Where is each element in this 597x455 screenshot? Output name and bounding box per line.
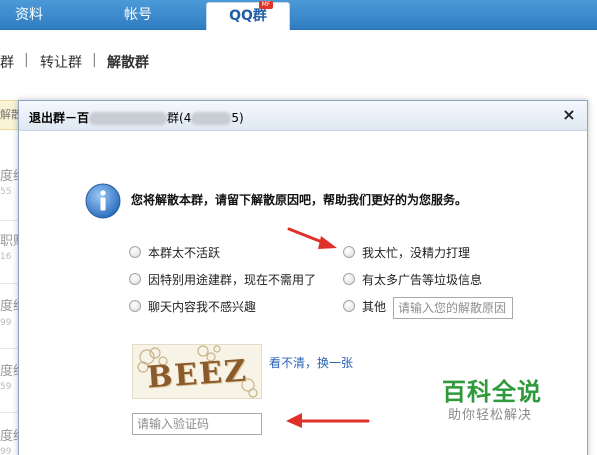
radio-button[interactable] [129, 273, 141, 285]
tab-qq-group-label: QQ群 [229, 8, 267, 24]
reason-label: 我太忙，没精力打理 [362, 245, 471, 260]
new-badge: MF [259, 1, 273, 9]
background-row-num: 99 [0, 318, 12, 328]
background-divider [0, 348, 20, 349]
background-row-num: 99 [0, 447, 12, 455]
background-tip-text: 解散 [0, 108, 20, 121]
reason-label: 其他 [362, 299, 387, 314]
background-row-text: 度经 [0, 364, 20, 379]
other-reason-input[interactable] [393, 297, 513, 319]
dialog-title: 退出群－百 群(4 5) [29, 109, 244, 126]
dialog-header: 退出群－百 群(4 5) × [19, 101, 587, 131]
tab-profile[interactable]: 资料 [0, 2, 58, 30]
reason-option-too-busy[interactable]: 我太忙，没精力打理 [343, 243, 470, 261]
radio-button[interactable] [343, 300, 355, 312]
blurred-group-name [89, 112, 168, 125]
reason-label: 因特别用途建群，现在不需用了 [148, 272, 317, 287]
dialog-title-id-close: 5) [231, 111, 244, 125]
background-row-text: 职赚 [0, 234, 20, 249]
background-divider [0, 412, 20, 413]
reason-option-not-interested[interactable]: 聊天内容我不感兴趣 [129, 297, 256, 315]
subnav-item-dissolve-group[interactable]: 解散群 [107, 52, 149, 72]
background-row-num: 16 [0, 252, 12, 262]
reason-option-spam[interactable]: 有太多广告等垃圾信息 [343, 270, 482, 288]
dialog-title-id-open: (4 [179, 111, 192, 125]
watermark-title: 百科全说 [442, 378, 542, 406]
radio-button[interactable] [129, 246, 141, 258]
reason-option-other[interactable]: 其他 [343, 297, 386, 315]
tab-account[interactable]: 帐号 [90, 2, 186, 30]
subnav-item-partial[interactable]: 群 [0, 52, 14, 72]
subnav-separator: | [92, 52, 97, 68]
captcha-refresh-link[interactable]: 看不清，换一张 [269, 354, 353, 371]
captcha-code-input[interactable] [132, 413, 262, 435]
tab-qq-group[interactable]: QQ群 MF [206, 1, 290, 30]
dialog-title-suffix: 群 [167, 111, 180, 125]
radio-button[interactable] [343, 246, 355, 258]
subnav-separator: | [24, 52, 29, 68]
captcha-text: BEEZ [145, 353, 250, 396]
info-icon [85, 183, 121, 219]
reason-option-no-longer-needed[interactable]: 因特别用途建群，现在不需用了 [129, 270, 316, 288]
background-row-num: 59 [0, 382, 12, 392]
red-arrow-icon [287, 227, 337, 249]
radio-button[interactable] [129, 300, 141, 312]
close-icon[interactable]: × [561, 106, 577, 124]
subnav-item-transfer-group[interactable]: 转让群 [40, 52, 82, 72]
reason-label: 聊天内容我不感兴趣 [148, 299, 257, 314]
captcha-image: BEEZ [132, 344, 262, 399]
reason-option-inactive[interactable]: 本群太不活跃 [129, 243, 220, 261]
blurred-group-id [191, 112, 232, 125]
top-tab-bar: 资料 帐号 QQ群 MF [0, 0, 597, 30]
background-row-text: 度经 [0, 429, 20, 444]
reason-label: 本群太不活跃 [148, 245, 221, 260]
background-divider [0, 283, 20, 284]
reason-label: 有太多广告等垃圾信息 [362, 272, 483, 287]
background-row-text: 度经 [0, 299, 20, 314]
dissolve-reason-prompt: 您将解散本群，请留下解散原因吧，帮助我们更好的为您服务。 [131, 193, 468, 207]
background-row-text: 度经 [0, 169, 20, 184]
watermark-subtitle: 助你轻松解决 [448, 408, 533, 423]
red-arrow-icon [286, 413, 370, 428]
radio-button[interactable] [343, 273, 355, 285]
background-row-num: 55 [0, 187, 12, 197]
background-divider [0, 220, 20, 221]
dialog-title-prefix: 退出群－百 [29, 111, 90, 125]
